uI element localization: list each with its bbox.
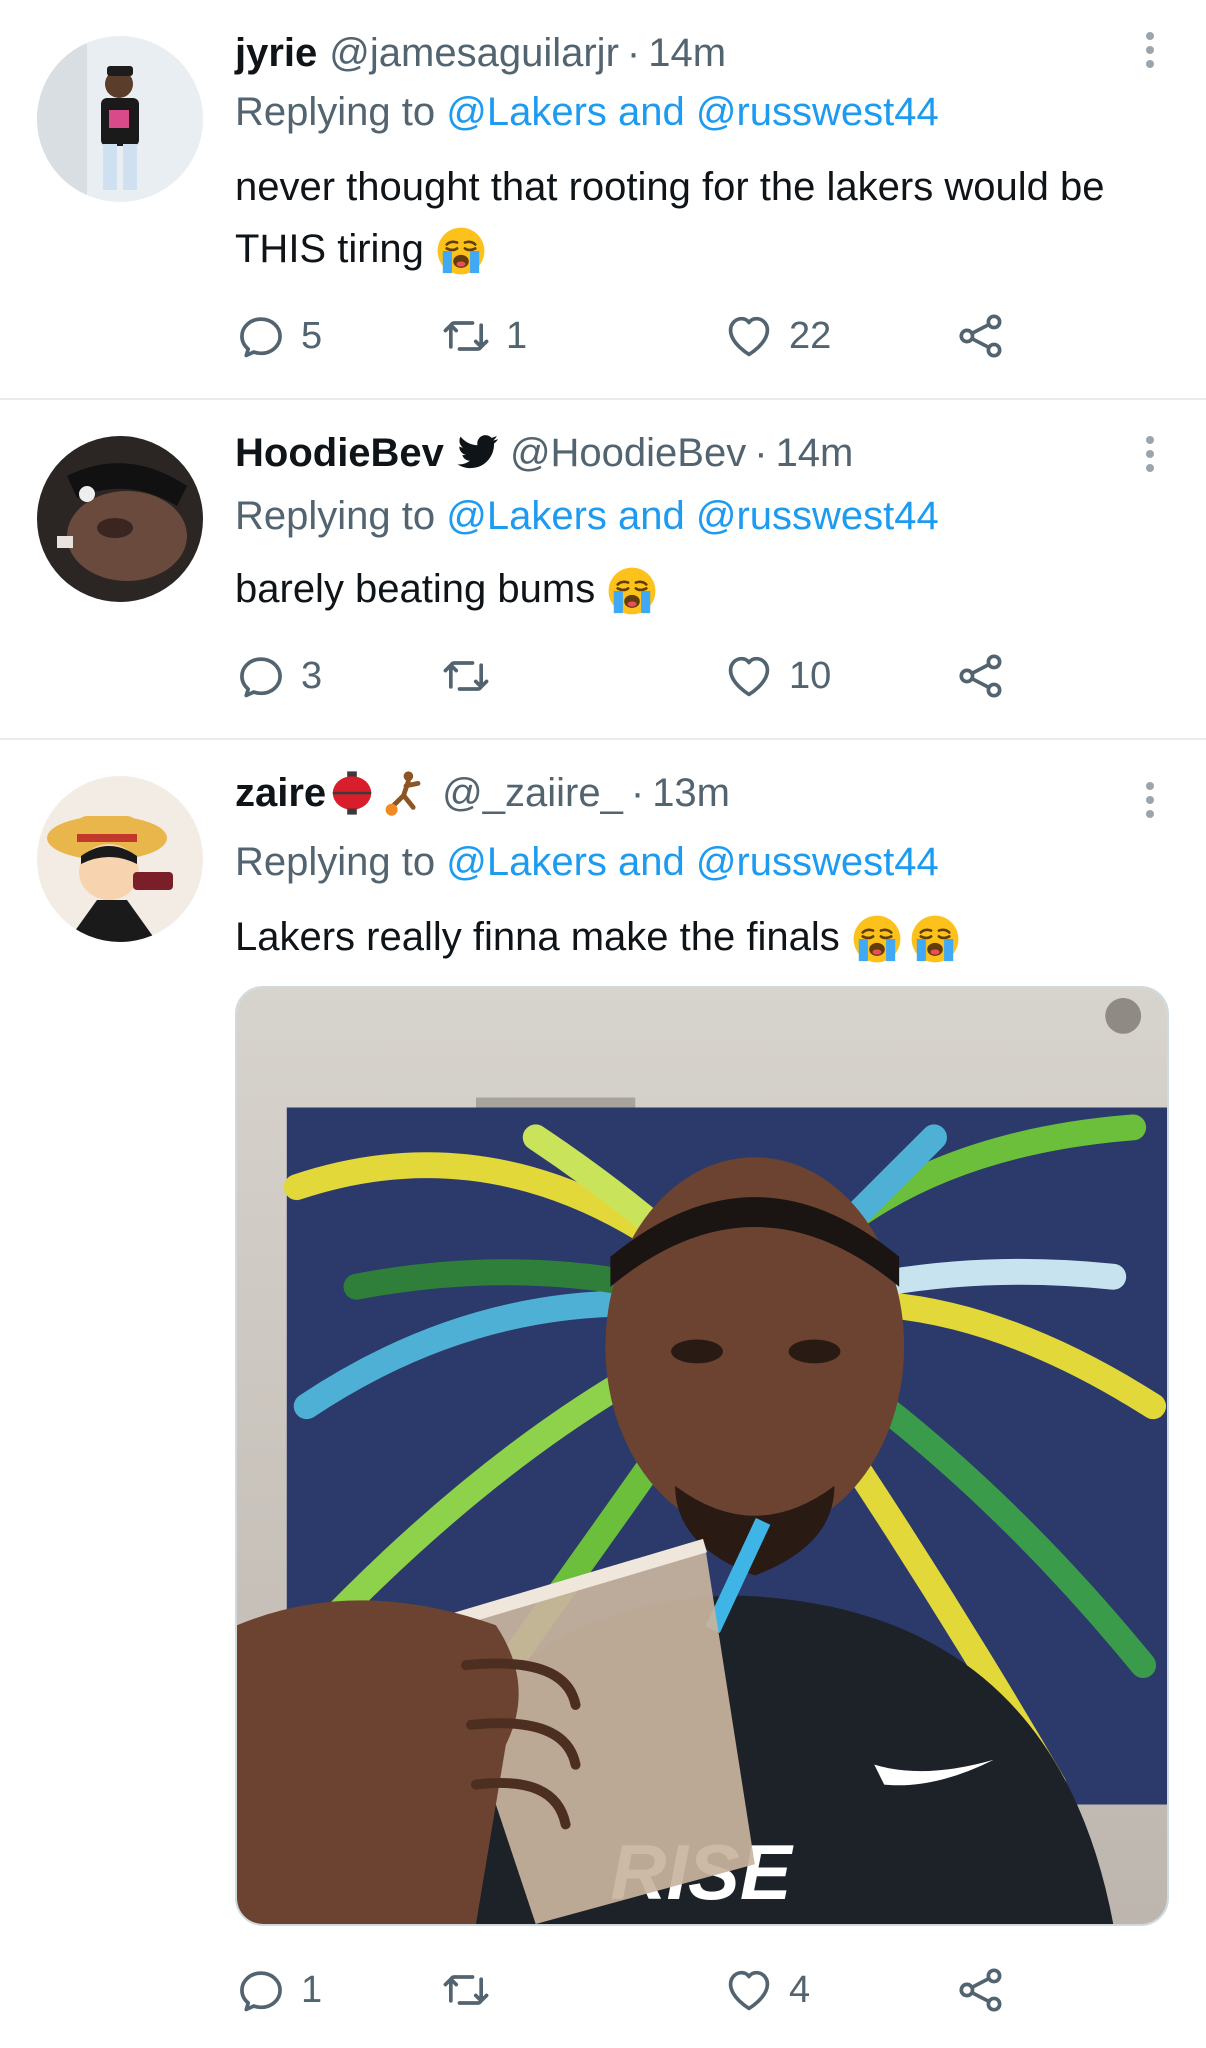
display-name[interactable]: HoodieBev [235, 431, 444, 476]
share-icon [955, 650, 1007, 702]
tweet-text-block: Lakers really finna make the finals [235, 906, 1115, 968]
tweet-image[interactable]: RISE [235, 986, 1169, 1926]
action-bar: 3 10 [235, 646, 1035, 706]
mention-separator: and [606, 90, 696, 134]
separator: · [754, 430, 768, 475]
action-bar: 5 1 22 [235, 306, 1035, 366]
tweet[interactable]: HoodieBev @HoodieBev · 14m Replying to @… [0, 400, 1206, 740]
like-count: 4 [789, 1968, 811, 2011]
tweet-text-block: never thought that rooting for the laker… [235, 156, 1115, 280]
like-button[interactable]: 10 [723, 646, 831, 706]
timestamp[interactable]: 14m [776, 431, 854, 476]
retweet-count: 1 [506, 314, 528, 357]
twitter-bird-icon [457, 435, 498, 469]
display-name[interactable]: jyrie [235, 31, 317, 76]
display-name[interactable]: zaire [235, 771, 326, 816]
like-button[interactable]: 4 [723, 1960, 810, 2020]
tweet[interactable]: jyrie @jamesaguilarjr · 14m Replying to … [0, 0, 1206, 400]
tweet-text-block: barely beating bums [235, 558, 1115, 620]
avatar[interactable] [37, 36, 203, 202]
mention-link[interactable]: @russwest44 [696, 840, 939, 884]
separator: · [630, 770, 645, 815]
username[interactable]: @_zaiire_ [442, 771, 623, 816]
username[interactable]: @HoodieBev [510, 431, 746, 476]
mention-separator: and [606, 840, 696, 884]
more-icon[interactable] [1140, 776, 1160, 826]
tweet-text: barely beating bums [235, 567, 596, 611]
heart-icon [723, 310, 775, 362]
retweet-icon [440, 1964, 492, 2016]
share-button[interactable] [955, 646, 1007, 706]
loudly-crying-face-emoji [606, 565, 658, 617]
avatar[interactable] [37, 776, 203, 942]
reply-count: 1 [301, 1968, 323, 2011]
tweet-header: zaire @_zaiire_ · 13m [235, 764, 730, 822]
tweet-text: never thought that rooting for the laker… [235, 165, 1105, 271]
retweet-button[interactable]: 1 [440, 306, 527, 366]
reply-icon [235, 650, 287, 702]
mention-link[interactable]: @russwest44 [696, 494, 939, 538]
reply-button[interactable]: 3 [235, 646, 322, 706]
basketball-player-emoji [385, 771, 421, 816]
share-button[interactable] [955, 1960, 1007, 2020]
action-bar: 1 4 [235, 1960, 1035, 2020]
like-button[interactable]: 22 [723, 306, 831, 366]
reply-button[interactable]: 1 [235, 1960, 322, 2020]
avatar[interactable] [37, 436, 203, 602]
retweet-button[interactable] [440, 646, 506, 706]
loudly-crying-face-emoji [851, 913, 903, 965]
tweet-header: jyrie @jamesaguilarjr · 14m [235, 24, 726, 82]
replying-prefix: Replying to [235, 90, 447, 134]
replying-to: Replying to @Lakers and @russwest44 [235, 494, 939, 539]
heart-icon [723, 650, 775, 702]
separator: · [626, 30, 641, 75]
retweet-button[interactable] [440, 1960, 506, 2020]
mention-separator: and [606, 494, 696, 538]
red-lantern-emoji [332, 771, 372, 815]
replying-to: Replying to @Lakers and @russwest44 [235, 840, 939, 885]
reply-button[interactable]: 5 [235, 306, 322, 366]
mention-link[interactable]: @russwest44 [696, 90, 939, 134]
tweet-header: HoodieBev @HoodieBev · 14m [235, 424, 853, 482]
heart-icon [723, 1964, 775, 2016]
loudly-crying-face-emoji [435, 225, 487, 277]
loudly-crying-face-emoji [909, 913, 961, 965]
retweet-icon [440, 310, 492, 362]
timestamp[interactable]: 14m [648, 31, 726, 76]
more-icon[interactable] [1140, 430, 1160, 480]
share-button[interactable] [955, 306, 1007, 366]
replying-prefix: Replying to [235, 494, 447, 538]
mention-link[interactable]: @Lakers [446, 90, 607, 134]
share-icon [955, 1964, 1007, 2016]
reply-icon [235, 310, 287, 362]
tweet[interactable]: zaire @_zaiire_ · 13m Replying to @Laker… [0, 740, 1206, 2048]
replying-prefix: Replying to [235, 840, 447, 884]
like-count: 22 [789, 314, 832, 357]
share-icon [955, 310, 1007, 362]
mention-link[interactable]: @Lakers [446, 840, 607, 884]
username[interactable]: @jamesaguilarjr [329, 31, 619, 76]
retweet-icon [440, 650, 492, 702]
more-icon[interactable] [1140, 26, 1160, 76]
replying-to: Replying to @Lakers and @russwest44 [235, 90, 939, 135]
timestamp[interactable]: 13m [652, 771, 730, 816]
tweet-text: Lakers really finna make the finals [235, 915, 840, 959]
mention-link[interactable]: @Lakers [446, 494, 607, 538]
reply-count: 3 [301, 654, 323, 697]
reply-count: 5 [301, 314, 323, 357]
like-count: 10 [789, 654, 832, 697]
reply-icon [235, 1964, 287, 2016]
